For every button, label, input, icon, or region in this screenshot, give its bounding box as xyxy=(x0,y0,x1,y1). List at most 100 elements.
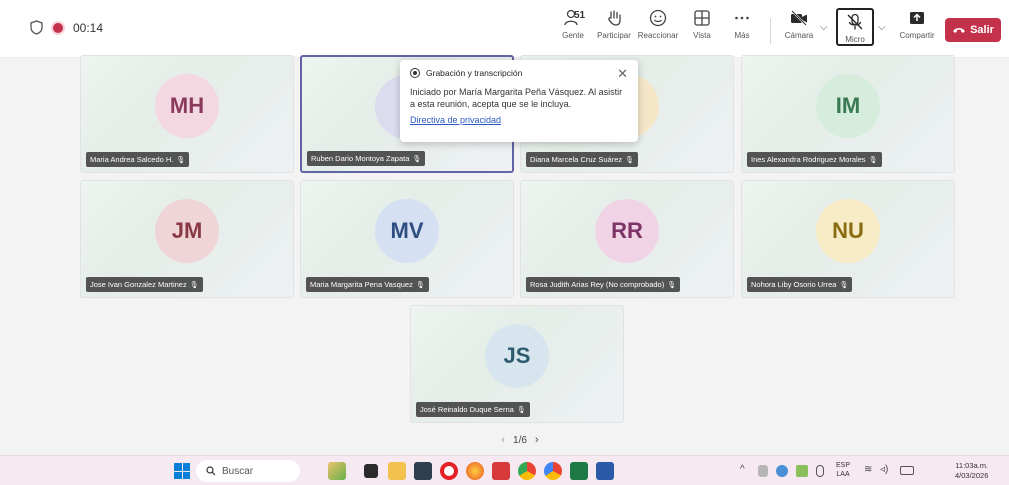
phone-hangup-icon xyxy=(953,28,966,33)
leave-button[interactable]: Salir xyxy=(945,18,1001,42)
taskbar-clock[interactable]: 11:03a.m. 4/03/2026 xyxy=(955,461,988,481)
toolbar-left: 00:14 xyxy=(30,20,103,35)
more-label: Más xyxy=(734,31,750,40)
file-explorer-icon[interactable] xyxy=(388,462,406,480)
participant-name-tag: Ruben Dario Montoya Zapata 🎙 xyxy=(307,151,426,166)
participant-name-tag: Rosa Judith Arias Rey (No comprobado) 🎙 xyxy=(526,277,681,292)
language-indicator[interactable]: ESP LAA xyxy=(836,461,850,479)
camera-options-chevron-icon[interactable]: ⌵ xyxy=(820,22,830,33)
participant-name: Nohora Liby Osorio Urrea xyxy=(751,280,837,289)
people-button[interactable]: 51 Gente xyxy=(558,8,588,48)
participant-tile[interactable]: MH Maria Andrea Salcedo H. 🎙 xyxy=(80,55,294,173)
opera-icon[interactable] xyxy=(440,462,458,480)
weather-widget-icon[interactable] xyxy=(328,462,346,480)
share-screen-icon xyxy=(910,12,924,24)
muted-mic-icon: 🎙 xyxy=(176,157,186,164)
taskbar-search[interactable]: Buscar xyxy=(196,460,300,482)
muted-mic-icon: 🎙 xyxy=(415,282,425,289)
windows-taskbar: Buscar ^ ESP LAA ≋ ◃) 11:03a.m. 4/03/202… xyxy=(0,455,1009,485)
teams-meeting-window: 00:14 51 Gente Participar Reaccionar Vis… xyxy=(0,0,1009,485)
avatar: MH xyxy=(155,74,219,138)
meeting-timer: 00:14 xyxy=(73,20,104,35)
camera-off-icon xyxy=(791,10,807,26)
raise-hand-button[interactable]: Participar xyxy=(596,8,632,48)
participant-name: Diana Marcela Cruz Suárez xyxy=(530,155,623,164)
prev-page-chevron-icon[interactable]: ‹ xyxy=(501,434,505,446)
clock-time: 11:03a.m. xyxy=(955,461,989,470)
mic-off-icon xyxy=(847,13,863,30)
tray-mic-icon[interactable] xyxy=(816,465,824,477)
muted-mic-icon: 🎙 xyxy=(839,282,849,289)
excel-icon[interactable] xyxy=(570,462,588,480)
muted-mic-icon: 🎙 xyxy=(412,156,422,163)
recording-notice-popup: Grabación y transcripción ✕ Iniciado por… xyxy=(400,60,638,142)
popup-body: Iniciado por María Margarita Peña Vásque… xyxy=(410,87,623,109)
grid-view-icon xyxy=(694,10,710,26)
participant-name: Rosa Judith Arias Rey (No comprobado) xyxy=(530,280,665,289)
clock-date: 4/03/2026 xyxy=(955,471,989,480)
muted-mic-icon: 🎙 xyxy=(667,282,677,289)
recording-indicator-icon xyxy=(53,22,63,33)
windows-start-icon[interactable] xyxy=(174,463,190,479)
participant-name: Jose Ivan Gonzalez Martinez xyxy=(90,280,187,289)
participant-name-tag: Maria Margarita Pena Vasquez 🎙 xyxy=(306,277,429,292)
people-count: 51 xyxy=(574,10,586,21)
page-indicator: 1/6 xyxy=(513,434,527,446)
share-button[interactable]: Compartir xyxy=(898,8,936,48)
smiley-icon xyxy=(649,9,667,27)
word-icon[interactable] xyxy=(596,462,614,480)
store-icon[interactable] xyxy=(414,462,432,480)
avatar: NU xyxy=(816,199,880,263)
tray-app-icon[interactable] xyxy=(758,465,768,477)
tray-cloud-icon[interactable] xyxy=(776,465,788,477)
participant-tile[interactable]: JM Jose Ivan Gonzalez Martinez 🎙 xyxy=(80,180,294,298)
participant-name-tag: Diana Marcela Cruz Suárez 🎙 xyxy=(526,152,639,167)
popup-title: Grabación y transcripción xyxy=(426,68,523,78)
muted-mic-icon: 🎙 xyxy=(189,282,199,289)
muted-mic-icon: 🎙 xyxy=(868,157,878,164)
mic-button[interactable]: Micro xyxy=(836,8,874,46)
close-icon[interactable]: ✕ xyxy=(617,66,628,82)
participant-name-tag: José Reinaldo Duque Serna 🎙 xyxy=(416,402,530,417)
firefox-icon[interactable] xyxy=(466,462,484,480)
battery-icon[interactable] xyxy=(900,466,914,475)
shield-icon[interactable] xyxy=(30,20,43,35)
volume-icon[interactable]: ◃) xyxy=(880,464,888,475)
participant-name: Ruben Dario Montoya Zapata xyxy=(311,154,410,163)
share-label: Compartir xyxy=(899,31,935,40)
tray-overflow-chevron-icon[interactable]: ^ xyxy=(740,464,745,475)
participant-tile[interactable]: NU Nohora Liby Osorio Urrea 🎙 xyxy=(741,180,955,298)
participant-name-tag: Jose Ivan Gonzalez Martinez 🎙 xyxy=(86,277,203,292)
mic-label: Micro xyxy=(845,35,865,44)
popup-title-row: Grabación y transcripción xyxy=(410,68,628,78)
participant-tile[interactable]: RR Rosa Judith Arias Rey (No comprobado) 🎙 xyxy=(520,180,734,298)
camera-button[interactable]: Cámara xyxy=(784,8,814,48)
leave-label: Salir xyxy=(970,24,994,36)
task-view-icon[interactable] xyxy=(364,464,378,478)
react-label: Reaccionar xyxy=(637,31,679,40)
chrome-icon[interactable] xyxy=(518,462,536,480)
mail-app-icon[interactable] xyxy=(492,462,510,480)
participant-tile[interactable]: MV Maria Margarita Pena Vasquez 🎙 xyxy=(300,180,514,298)
privacy-policy-link[interactable]: Directiva de privacidad xyxy=(410,115,501,125)
view-button[interactable]: Vista xyxy=(690,8,714,48)
wifi-icon[interactable]: ≋ xyxy=(864,464,872,475)
avatar: MV xyxy=(375,199,439,263)
react-button[interactable]: Reaccionar xyxy=(638,8,678,48)
more-icon xyxy=(735,16,749,20)
avatar: IM xyxy=(816,74,880,138)
people-label: Gente xyxy=(562,31,584,40)
participant-tile[interactable]: JS José Reinaldo Duque Serna 🎙 xyxy=(410,305,624,423)
chrome-profile-icon[interactable] xyxy=(544,462,562,480)
meeting-toolbar: 00:14 51 Gente Participar Reaccionar Vis… xyxy=(0,0,1009,58)
avatar: JM xyxy=(155,199,219,263)
record-icon xyxy=(410,68,420,78)
tray-sync-icon[interactable] xyxy=(796,465,808,477)
avatar: JS xyxy=(485,324,549,388)
mic-options-chevron-icon[interactable]: ⌵ xyxy=(878,22,888,33)
more-button[interactable]: Más xyxy=(732,8,752,48)
participant-tile[interactable]: IM Ines Alexandra Rodriguez Morales 🎙 xyxy=(741,55,955,173)
search-placeholder: Buscar xyxy=(222,465,254,477)
next-page-chevron-icon[interactable]: › xyxy=(535,434,539,446)
participant-name-tag: Nohora Liby Osorio Urrea 🎙 xyxy=(747,277,853,292)
